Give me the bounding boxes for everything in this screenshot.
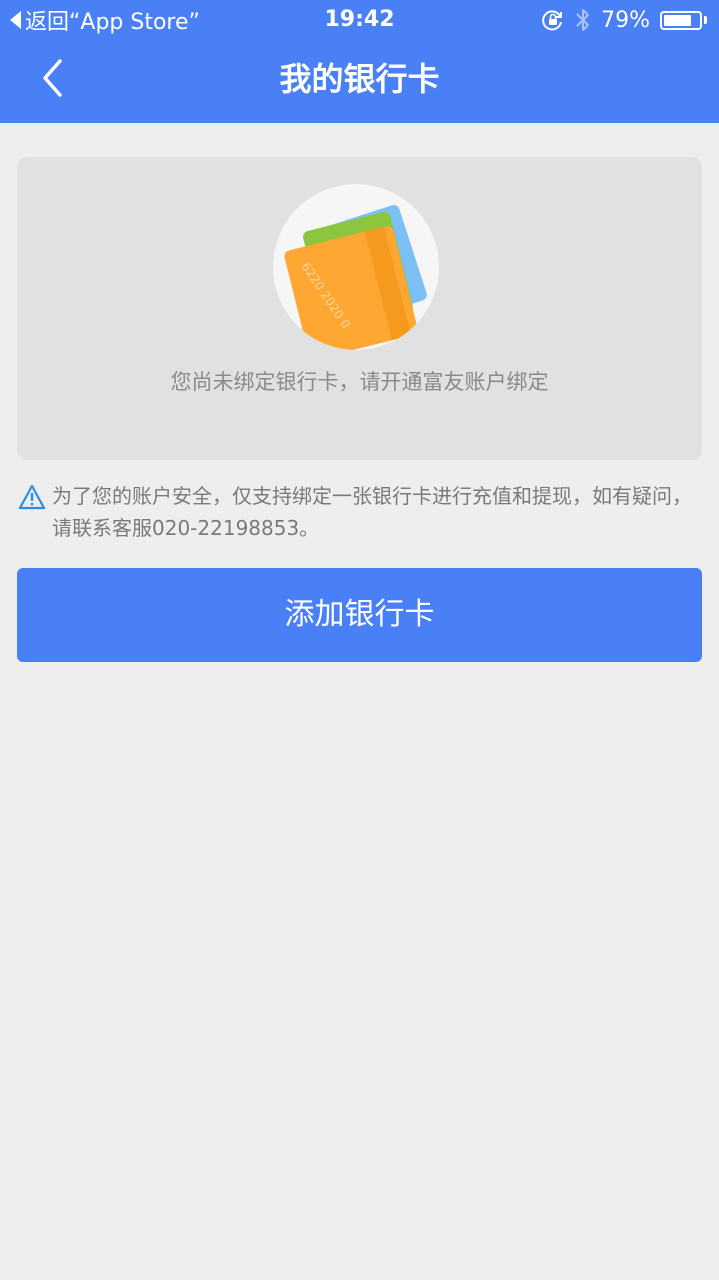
bank-cards-illustration: 6220 2020 0: [273, 184, 439, 350]
orientation-lock-icon: [542, 10, 563, 31]
top-bar: 返回“App Store” 19:42 79% 我的银行卡: [0, 0, 719, 123]
empty-state-message: 您尚未绑定银行卡，请开通富友账户绑定: [170, 370, 549, 394]
warning-icon: [18, 484, 46, 510]
status-bar: 返回“App Store” 19:42 79%: [0, 0, 719, 40]
battery-icon: [660, 10, 702, 30]
security-notice-text: 为了您的账户安全，仅支持绑定一张银行卡进行充值和提现，如有疑问，请联系客服020…: [52, 484, 692, 540]
empty-state-card: 6220 2020 0 您尚未绑定银行卡，请开通富友账户绑定: [17, 157, 702, 460]
bluetooth-icon: [576, 9, 590, 31]
battery-level-fill: [664, 14, 691, 26]
status-indicators: 79%: [541, 6, 707, 34]
battery-percent: 79%: [601, 7, 650, 33]
battery-cap: [704, 16, 707, 24]
security-notice: 为了您的账户安全，仅支持绑定一张银行卡进行充值和提现，如有疑问，请联系客服020…: [18, 480, 698, 544]
add-bank-card-button[interactable]: 添加银行卡: [17, 568, 702, 662]
cards-icon: 6220 2020 0: [284, 205, 427, 350]
page-title: 我的银行卡: [279, 60, 440, 98]
